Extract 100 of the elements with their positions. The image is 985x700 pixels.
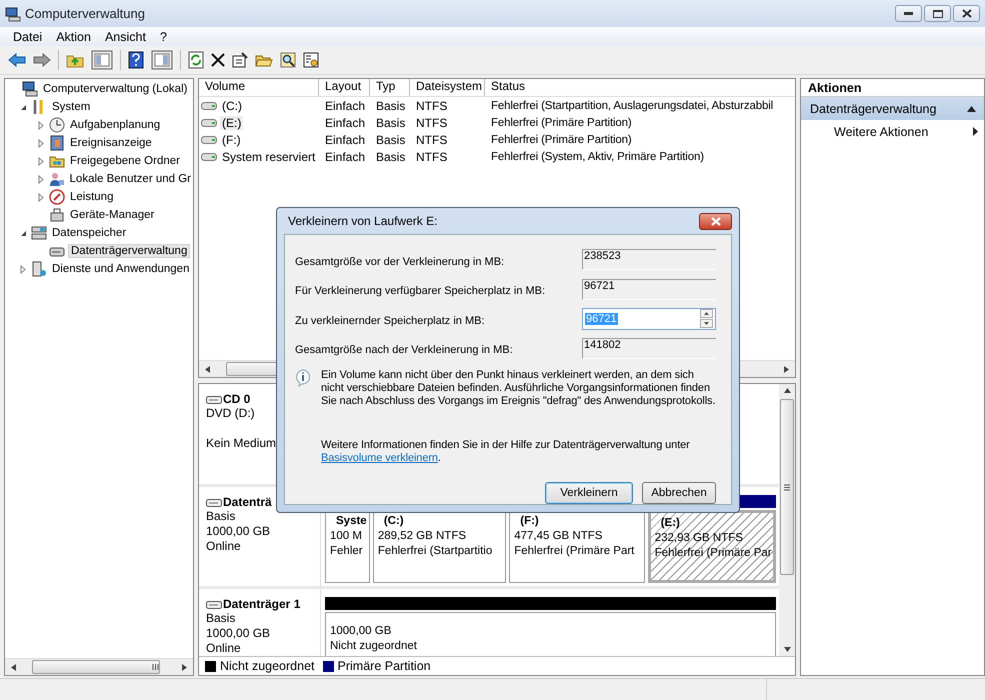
maximize-icon xyxy=(932,10,942,18)
partition-size: 232,93 GB NTFS xyxy=(654,531,744,546)
expanded-icon[interactable] xyxy=(20,230,26,236)
scroll-up-icon[interactable] xyxy=(784,388,790,393)
search-icon[interactable] xyxy=(280,52,296,68)
event-log-icon xyxy=(49,135,65,151)
table-cell-text: Fehlerfrei (System, Aktiv, Primäre Partition) xyxy=(490,150,705,162)
tree-pane-icon[interactable] xyxy=(91,50,113,70)
scroll-down-icon[interactable] xyxy=(784,647,790,652)
tree-item[interactable]: Lokale Benutzer und Gr xyxy=(68,173,193,185)
table-cell-text: (C:) xyxy=(221,98,243,112)
menu-item[interactable]: Ansicht xyxy=(98,30,153,44)
refresh-icon[interactable] xyxy=(188,51,204,69)
maximize-button[interactable] xyxy=(924,5,951,22)
cancel-button[interactable]: Abbrechen xyxy=(642,482,716,504)
table-cell: (E:) xyxy=(220,116,244,130)
tree-item[interactable]: Dienste und Anwendungen xyxy=(50,263,192,275)
tree-item[interactable]: Computerverwaltung (Lokal) xyxy=(41,83,190,95)
action-item[interactable]: Weitere Aktionen xyxy=(801,120,984,143)
menu-item[interactable]: Aktion xyxy=(49,30,98,44)
help-icon[interactable] xyxy=(128,51,144,69)
drive-icon xyxy=(201,136,217,144)
minimize-icon xyxy=(904,12,913,15)
help-link[interactable]: Basisvolume verkleinern xyxy=(321,452,438,464)
column-header[interactable]: Typ xyxy=(370,79,410,96)
scrollbar-thumb[interactable] xyxy=(780,399,794,575)
partition-box[interactable]: Syste 100 M Fehler xyxy=(325,510,370,583)
partition-box[interactable]: (C:) 289,52 GB NTFS Fehlerfrei (Startpartitio xyxy=(372,510,506,583)
tree-item[interactable]: Datenträgerverwaltung xyxy=(68,244,190,258)
column-header[interactable]: Layout xyxy=(319,79,370,96)
scroll-left-icon[interactable] xyxy=(11,664,16,670)
partition-label: (E:) xyxy=(660,516,681,531)
collapse-icon[interactable] xyxy=(967,106,976,112)
readonly-field: 141802 xyxy=(582,338,716,359)
spin-down-icon[interactable] xyxy=(700,319,713,328)
collapsed-icon[interactable] xyxy=(38,174,44,184)
table-cell-text: NTFS xyxy=(415,150,448,164)
clock-icon xyxy=(49,117,65,133)
close-icon xyxy=(962,9,972,18)
device-icon xyxy=(49,207,65,223)
readonly-field: 238523 xyxy=(582,249,716,270)
column-header[interactable]: Volume xyxy=(199,79,319,96)
table-cell-text: Einfach xyxy=(324,98,366,112)
horizontal-scrollbar[interactable] xyxy=(5,658,193,675)
partition-box[interactable]: (E:) 232,93 GB NTFS Fehlerfrei (Primäre Par xyxy=(648,510,776,583)
table-cell-text: NTFS xyxy=(415,116,448,130)
partition-box[interactable]: 1000,00 GB Nicht zugeordnet xyxy=(325,612,776,656)
close-button[interactable] xyxy=(953,5,980,22)
column-header[interactable]: Dateisystem xyxy=(410,79,485,96)
tree-item[interactable]: Leistung xyxy=(68,191,116,203)
tree-item[interactable]: Aufgabenplanung xyxy=(68,119,162,131)
column-header[interactable]: Status xyxy=(485,79,795,96)
scroll-right-icon[interactable] xyxy=(784,366,789,372)
close-icon xyxy=(710,216,720,226)
forward-arrow-icon[interactable] xyxy=(33,52,51,68)
expanded-icon[interactable] xyxy=(20,104,26,110)
table-cell-text: System reserviert xyxy=(221,150,316,164)
partition-size: 1000,00 GB xyxy=(330,624,392,639)
partition-label: (C:) xyxy=(382,514,405,529)
tree-item[interactable]: Freigegebene Ordner xyxy=(68,155,182,167)
disk-info: Basis xyxy=(206,611,236,626)
delete-icon[interactable] xyxy=(211,53,225,67)
scroll-left-icon[interactable] xyxy=(205,366,210,372)
spin-up-icon[interactable] xyxy=(700,309,713,318)
action-section[interactable]: Datenträgerverwaltung xyxy=(801,97,984,120)
legend-label: Nicht zugeordnet xyxy=(220,659,315,673)
partition-status: Fehlerfrei (Startpartitio xyxy=(378,544,494,559)
disk-info: Online xyxy=(206,539,242,554)
tree-item[interactable]: Datenspeicher xyxy=(50,227,128,239)
vertical-scrollbar[interactable] xyxy=(779,384,795,656)
collapsed-icon[interactable] xyxy=(38,192,44,202)
table-cell-text: Basis xyxy=(375,132,406,146)
computer-icon xyxy=(5,6,21,22)
collapsed-icon[interactable] xyxy=(38,156,44,166)
field-label: Zu verkleinernder Speicherplatz in MB: xyxy=(295,314,486,327)
table-cell-text: NTFS xyxy=(415,132,448,146)
back-arrow-icon[interactable] xyxy=(8,52,26,68)
menu-item[interactable]: Datei xyxy=(6,30,50,44)
computer-icon xyxy=(22,81,38,97)
table-cell-text: Fehlerfrei (Primäre Partition) xyxy=(490,134,633,146)
action-pane-icon[interactable] xyxy=(151,50,173,70)
minimize-button[interactable] xyxy=(895,5,922,22)
tree-item[interactable]: Geräte-Manager xyxy=(68,209,156,221)
tree-item[interactable]: System xyxy=(50,101,92,113)
storage-icon xyxy=(31,225,47,241)
properties-icon[interactable] xyxy=(232,52,248,68)
collapsed-icon[interactable] xyxy=(20,264,26,274)
field-label: Gesamtgröße vor der Verkleinerung in MB: xyxy=(295,254,506,268)
close-button[interactable] xyxy=(699,212,732,230)
partition-box[interactable]: (F:) 477,45 GB NTFS Fehlerfrei (Primäre Part xyxy=(509,510,645,583)
info-icon xyxy=(295,369,311,387)
menu-item[interactable]: ? xyxy=(152,30,174,44)
partition-size: 477,45 GB NTFS xyxy=(514,529,604,544)
tree-item[interactable]: Ereignisanzeige xyxy=(68,137,154,149)
scroll-right-icon[interactable] xyxy=(182,664,187,670)
shrink-button[interactable]: Verkleinern xyxy=(545,482,633,504)
collapsed-icon[interactable] xyxy=(38,138,44,148)
scrollbar-thumb[interactable] xyxy=(32,660,160,674)
collapsed-icon[interactable] xyxy=(38,120,44,130)
settings-icon[interactable] xyxy=(303,52,319,68)
